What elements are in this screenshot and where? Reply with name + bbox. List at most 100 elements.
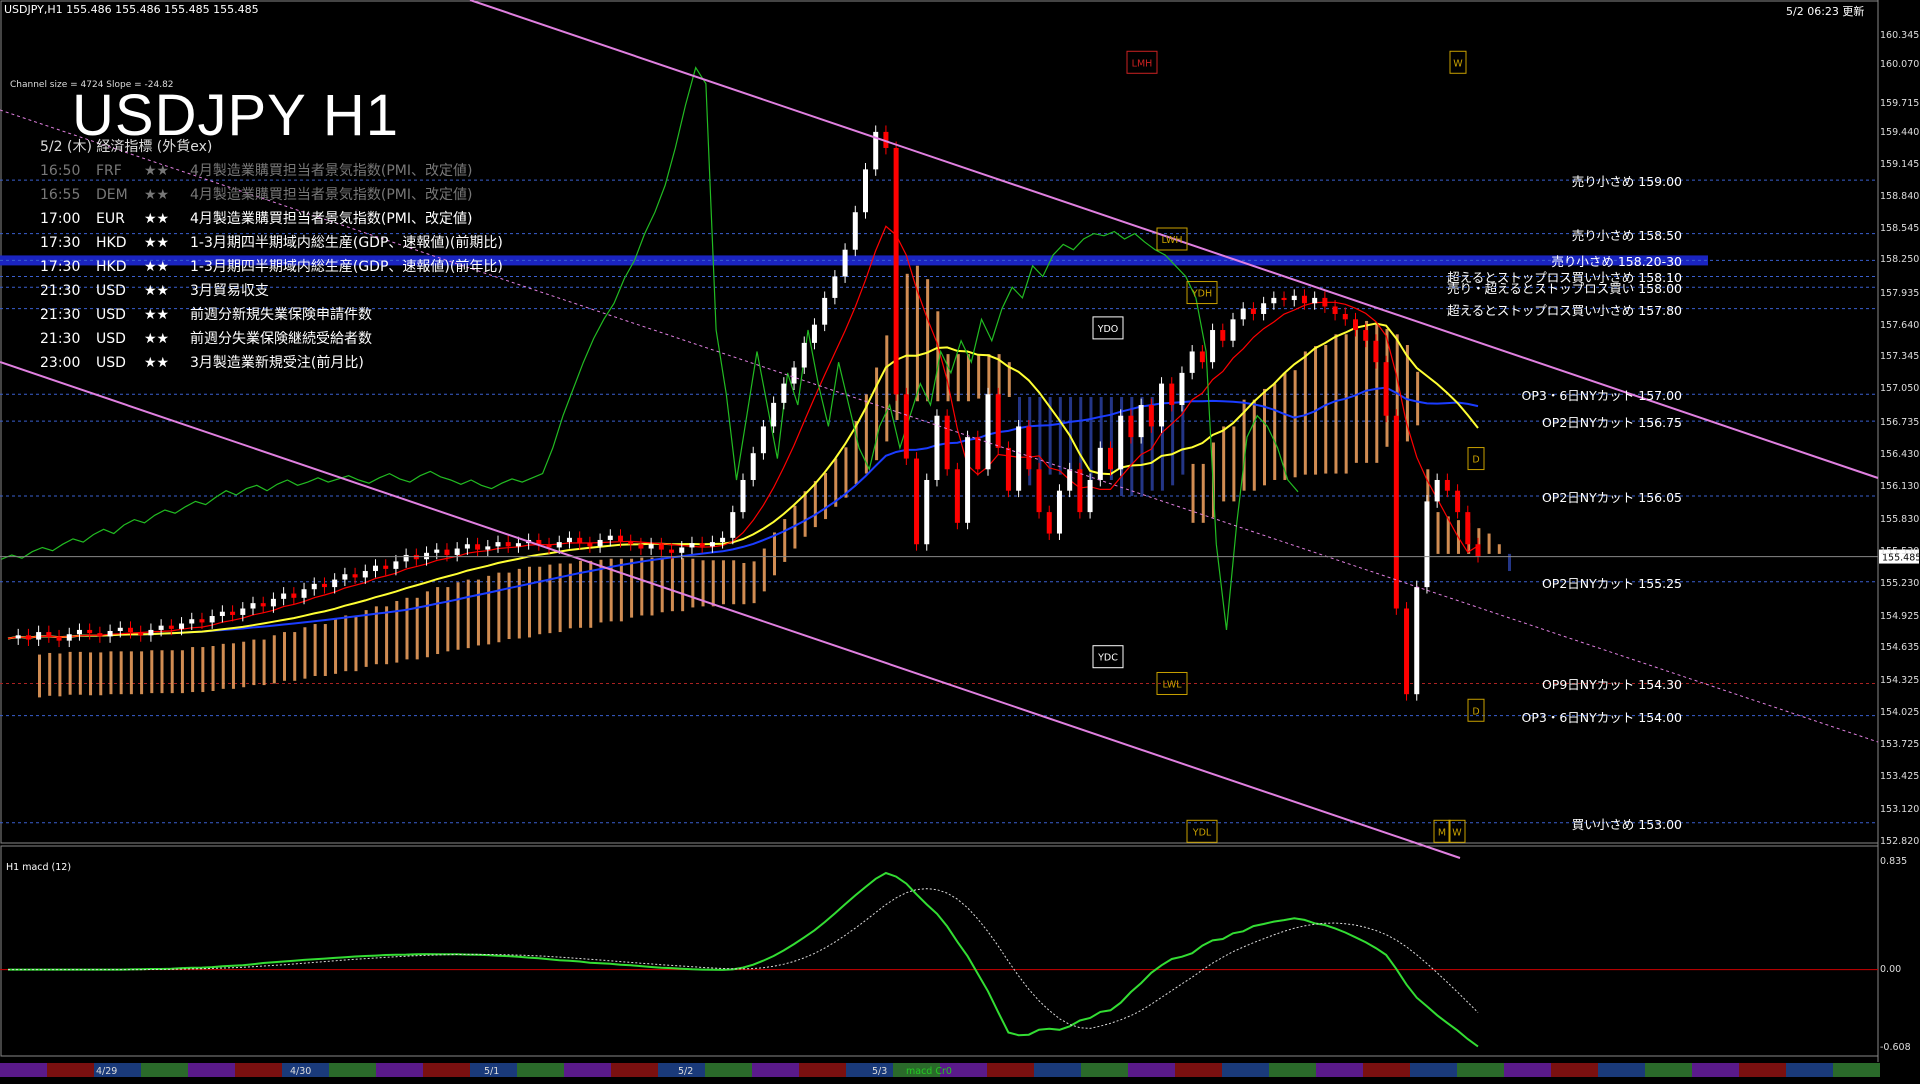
cloud-strip <box>681 558 685 612</box>
candle-body <box>893 147 899 395</box>
candle-body <box>1291 295 1297 301</box>
candle <box>934 409 940 487</box>
level-marker: D <box>1467 698 1485 722</box>
cloud-strip <box>191 647 195 693</box>
news-time: 17:30 <box>40 235 81 251</box>
candle-body <box>914 458 920 545</box>
candle <box>505 535 511 553</box>
news-event: 前週分新規失業保険申請件数 <box>190 307 372 323</box>
news-row: 16:50 FRF ★★ 4月製造業購買担当者景気指数(PMI、改定値) <box>40 160 472 180</box>
candle-body <box>179 623 185 629</box>
candle-body <box>240 608 246 615</box>
cloud-strip <box>425 591 429 658</box>
candle-body <box>1179 372 1185 406</box>
cloud-strip <box>48 652 52 696</box>
candle-body <box>720 537 726 543</box>
session-block <box>1269 1063 1316 1077</box>
marker-label: D <box>1472 706 1479 717</box>
candle-body <box>791 367 797 384</box>
cloud-strip <box>293 632 297 681</box>
candle <box>1138 398 1144 444</box>
cloud-strip <box>1293 370 1297 478</box>
level-label: OP9日NYカット 154.30 <box>1541 677 1682 693</box>
candle <box>791 361 797 391</box>
cloud-strip <box>283 632 286 681</box>
news-cur: EUR <box>96 211 125 227</box>
macd-tick: 0.835 <box>1880 856 1908 867</box>
cloud-strip <box>711 560 715 607</box>
candle-body <box>1383 362 1389 416</box>
price-tick: 157.640 <box>1880 319 1920 331</box>
cloud-strip <box>272 635 276 684</box>
price-tick: 154.025 <box>1880 706 1920 718</box>
candle <box>219 605 225 623</box>
candle <box>1210 323 1216 369</box>
candle-body <box>56 636 62 641</box>
cloud-strip <box>691 558 695 608</box>
candle-body <box>1322 297 1328 307</box>
news-stars: ★★ <box>144 187 170 203</box>
cloud-strip <box>38 654 41 698</box>
candle-body <box>1301 295 1307 304</box>
candle <box>893 141 899 401</box>
candle-body <box>903 394 909 459</box>
cloud-strip <box>528 566 531 638</box>
candle <box>128 621 133 639</box>
cloud-strip <box>1201 463 1205 523</box>
news-stars: ★★ <box>144 211 170 227</box>
news-event: 1-3月期四半期域内総生産(GDP、速報値)(前期比) <box>190 235 503 251</box>
price-tick: 159.145 <box>1880 158 1920 170</box>
cloud-strip <box>119 651 123 695</box>
cloud-strip <box>1303 351 1307 475</box>
candle <box>1271 291 1277 310</box>
candle-body <box>301 589 307 598</box>
session-block <box>1692 1063 1739 1077</box>
cloud-strip <box>242 641 246 688</box>
cloud-strip <box>905 273 909 402</box>
candle-body <box>760 426 766 454</box>
cloud-strip <box>824 473 828 520</box>
cloud-strip <box>89 652 93 696</box>
candle <box>863 162 868 219</box>
candle-body <box>781 383 787 403</box>
candle-body <box>658 544 664 550</box>
candle-body <box>842 249 848 277</box>
news-cur: USD <box>96 283 126 299</box>
cloud-strip <box>773 532 776 576</box>
macd-tag: macd Cr0 <box>906 1066 952 1077</box>
cloud-strip <box>1344 334 1348 474</box>
candle-body <box>424 552 430 560</box>
level-marker: YDO <box>1092 316 1124 340</box>
candle-body <box>311 583 317 590</box>
marker-label: M <box>1438 827 1446 838</box>
candle-body <box>669 549 675 553</box>
session-block <box>1645 1063 1692 1077</box>
cloud-strip <box>977 354 981 399</box>
candle-body <box>832 276 838 298</box>
cloud-strip <box>568 563 572 629</box>
candle <box>15 628 21 645</box>
candle <box>1016 420 1022 498</box>
candle <box>321 577 327 594</box>
date-tick: 5/1 <box>484 1066 500 1077</box>
date-tick: 5/3 <box>872 1066 888 1077</box>
candle <box>1455 484 1461 519</box>
macd-signal-line <box>8 888 1479 1029</box>
cloud-strip <box>1487 533 1491 554</box>
candle-body <box>771 402 777 427</box>
cloud-strip <box>936 311 940 402</box>
cloud-strip <box>68 651 72 695</box>
candle-body <box>1475 544 1481 557</box>
session-block <box>1833 1063 1880 1077</box>
cloud-strip <box>926 279 930 402</box>
session-block <box>1034 1063 1081 1077</box>
marker-label: W <box>1453 58 1463 69</box>
candle <box>1056 484 1062 540</box>
candle-body <box>944 415 950 470</box>
candle-body <box>434 549 440 553</box>
price-tick: 155.230 <box>1880 577 1920 589</box>
candle-body <box>362 571 368 578</box>
candle-body <box>515 543 521 547</box>
candle <box>781 377 787 410</box>
news-cur: USD <box>96 331 126 347</box>
